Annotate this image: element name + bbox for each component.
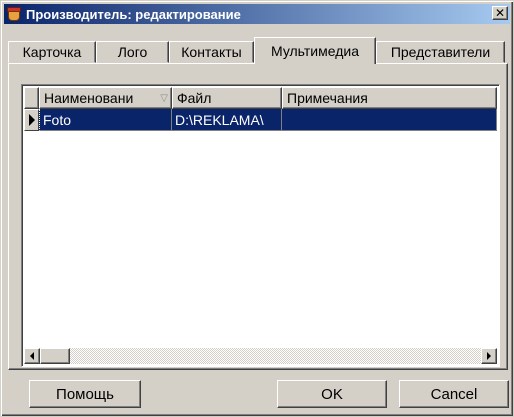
tab-logo[interactable]: Лого [96, 41, 169, 63]
scroll-thumb[interactable] [40, 348, 70, 364]
scroll-right-arrow-icon [487, 352, 491, 360]
tab-strip: Карточка Лого Контакты Мультимедиа Предс… [8, 37, 508, 64]
ok-button[interactable]: OK [277, 380, 387, 408]
window-title: Производитель: редактирование [26, 6, 241, 22]
multimedia-grid[interactable]: Наименовани ▽ Файл Примечания Foto D:\RE… [21, 84, 500, 367]
column-header-file[interactable]: Файл [172, 87, 282, 109]
app-cup-icon [6, 6, 22, 22]
column-header-name-label: Наименовани [44, 90, 134, 106]
help-button[interactable]: Помощь [29, 380, 141, 408]
close-icon: ✕ [494, 6, 506, 20]
cell-file[interactable]: D:\REKLAMA\ [172, 109, 282, 131]
table-row[interactable]: Foto D:\REKLAMA\ [24, 109, 497, 131]
cancel-button[interactable]: Cancel [399, 380, 509, 408]
row-pointer-icon [28, 114, 35, 126]
dialog-window: Производитель: редактирование ✕ Карточка… [0, 0, 514, 417]
tab-multimedia[interactable]: Мультимедиа [254, 37, 376, 64]
tab-card[interactable]: Карточка [8, 41, 96, 63]
scroll-right-button[interactable] [481, 348, 497, 364]
sort-indicator-icon: ▽ [160, 92, 168, 104]
scroll-left-arrow-icon [30, 352, 34, 360]
tab-representatives[interactable]: Представители [376, 41, 505, 63]
cell-name[interactable]: Foto [39, 109, 172, 131]
column-header-notes[interactable]: Примечания [282, 87, 497, 109]
header-indicator-cell [24, 87, 39, 109]
cell-notes[interactable] [282, 109, 497, 131]
title-bar[interactable]: Производитель: редактирование ✕ [4, 4, 510, 24]
grid-header: Наименовани ▽ Файл Примечания [24, 87, 497, 109]
column-header-name[interactable]: Наименовани ▽ [39, 87, 172, 109]
row-indicator-cell [24, 109, 39, 131]
scroll-left-button[interactable] [24, 348, 40, 364]
close-button[interactable]: ✕ [492, 6, 508, 20]
tab-contacts[interactable]: Контакты [169, 41, 254, 63]
horizontal-scrollbar[interactable] [24, 348, 497, 364]
